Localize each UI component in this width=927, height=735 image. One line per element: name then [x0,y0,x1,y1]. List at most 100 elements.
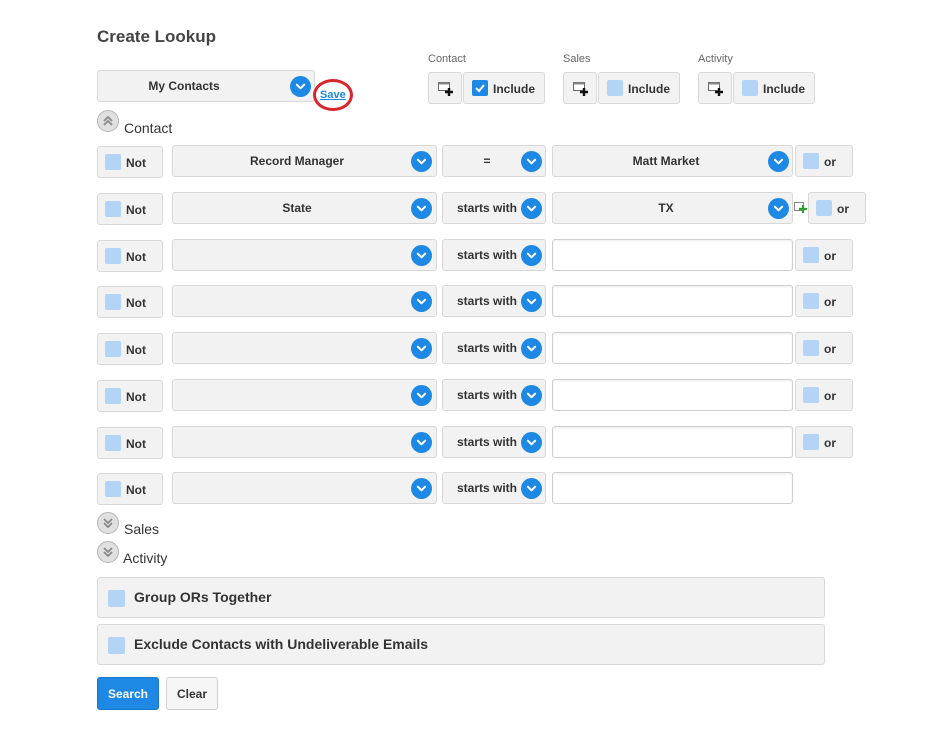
value-input[interactable] [552,426,793,458]
operator-select-value: starts with [456,435,517,449]
checkbox-icon [108,590,125,607]
field-select[interactable] [172,379,437,411]
not-checkbox[interactable]: Not [97,146,163,178]
include-activity-checkbox[interactable]: Include [733,72,815,104]
or-checkbox[interactable]: or [795,285,853,317]
value-input[interactable] [552,379,793,411]
include-activity-heading: Activity [698,53,733,65]
operator-select[interactable]: starts with [442,192,546,224]
chevron-down-icon [521,198,542,219]
operator-select[interactable]: starts with [442,332,546,364]
operator-select[interactable]: starts with [442,379,546,411]
operator-select[interactable]: starts with [442,472,546,504]
operator-select[interactable]: starts with [442,239,546,271]
value-input[interactable] [552,472,793,504]
checkbox-icon [607,80,623,96]
chevron-down-icon [411,198,432,219]
field-select[interactable] [172,285,437,317]
include-sales-checkbox[interactable]: Include [598,72,680,104]
field-select[interactable]: Record Manager [172,145,437,177]
checkbox-icon [803,340,819,356]
or-checkbox[interactable]: or [795,145,853,177]
exclude-undeliverable-option[interactable]: Exclude Contacts with Undeliverable Emai… [97,624,825,665]
field-select[interactable]: State [172,192,437,224]
group-ors-label: Group ORs Together [134,589,272,605]
chevron-down-icon [290,76,311,97]
operator-select[interactable]: starts with [442,426,546,458]
or-label: or [824,389,836,403]
checkbox-icon [105,201,121,217]
or-label: or [824,155,836,169]
not-checkbox[interactable]: Not [97,380,163,412]
checkbox-icon [803,434,819,450]
lookup-select[interactable]: My Contacts [97,70,315,102]
double-chevron-up-icon [103,115,113,126]
value-input[interactable] [552,285,793,317]
group-ors-option[interactable]: Group ORs Together [97,577,825,618]
chevron-down-icon [768,198,789,219]
clear-button[interactable]: Clear [166,677,218,710]
field-select-value [173,473,421,503]
activity-section-label: Activity [123,550,168,566]
contact-collapse-toggle[interactable] [97,110,119,132]
field-select-value: Record Manager [249,154,345,168]
add-row-icon [708,82,723,96]
or-label: or [837,202,849,216]
include-label: Include [628,82,671,96]
operator-select-value: starts with [456,481,517,495]
operator-select-value: starts with [456,294,517,308]
field-select-value: State [282,201,312,215]
field-select[interactable] [172,472,437,504]
contact-section-label: Contact [124,120,173,136]
not-checkbox[interactable]: Not [97,473,163,505]
operator-select[interactable]: = [442,145,546,177]
checkbox-checked-icon [472,80,488,96]
sales-expand-toggle[interactable] [97,512,119,534]
or-checkbox[interactable]: or [795,426,853,458]
checkbox-icon [803,387,819,403]
operator-select[interactable]: starts with [442,285,546,317]
add-row-icon [573,82,588,96]
chevron-down-icon [411,385,432,406]
not-checkbox[interactable]: Not [97,427,163,459]
not-checkbox[interactable]: Not [97,240,163,272]
save-link[interactable]: Save [320,89,346,101]
include-label: Include [763,82,806,96]
checkbox-icon [803,247,819,263]
not-checkbox[interactable]: Not [97,333,163,365]
field-select[interactable] [172,239,437,271]
value-select[interactable]: Matt Market [552,145,793,177]
add-sales-criteria-button[interactable] [563,72,597,104]
checkbox-icon [105,341,121,357]
include-contact-checkbox[interactable]: Include [463,72,545,104]
chevron-down-icon [521,478,542,499]
value-select-value: TX [658,201,674,215]
add-contact-criteria-button[interactable] [428,72,462,104]
or-label: or [824,436,836,450]
chevron-down-icon [411,151,432,172]
double-chevron-down-icon [103,518,113,529]
search-button[interactable]: Search [97,677,159,710]
or-checkbox[interactable]: or [795,332,853,364]
chevron-down-icon [521,245,542,266]
not-label: Not [126,203,146,217]
include-sales-heading: Sales [563,53,591,65]
add-condition-icon[interactable] [794,200,808,214]
or-checkbox[interactable]: or [795,239,853,271]
not-checkbox[interactable]: Not [97,193,163,225]
operator-select-value: = [483,154,491,168]
add-activity-criteria-button[interactable] [698,72,732,104]
value-input[interactable] [552,239,793,271]
or-label: or [824,249,836,263]
checkbox-icon [105,248,121,264]
field-select[interactable] [172,332,437,364]
include-contact-heading: Contact [428,53,466,65]
value-select[interactable]: TX [552,192,793,224]
or-checkbox[interactable]: or [795,379,853,411]
value-input[interactable] [552,332,793,364]
chevron-down-icon [768,151,789,172]
activity-expand-toggle[interactable] [97,541,119,563]
not-checkbox[interactable]: Not [97,286,163,318]
field-select[interactable] [172,426,437,458]
or-checkbox[interactable]: or [808,192,866,224]
